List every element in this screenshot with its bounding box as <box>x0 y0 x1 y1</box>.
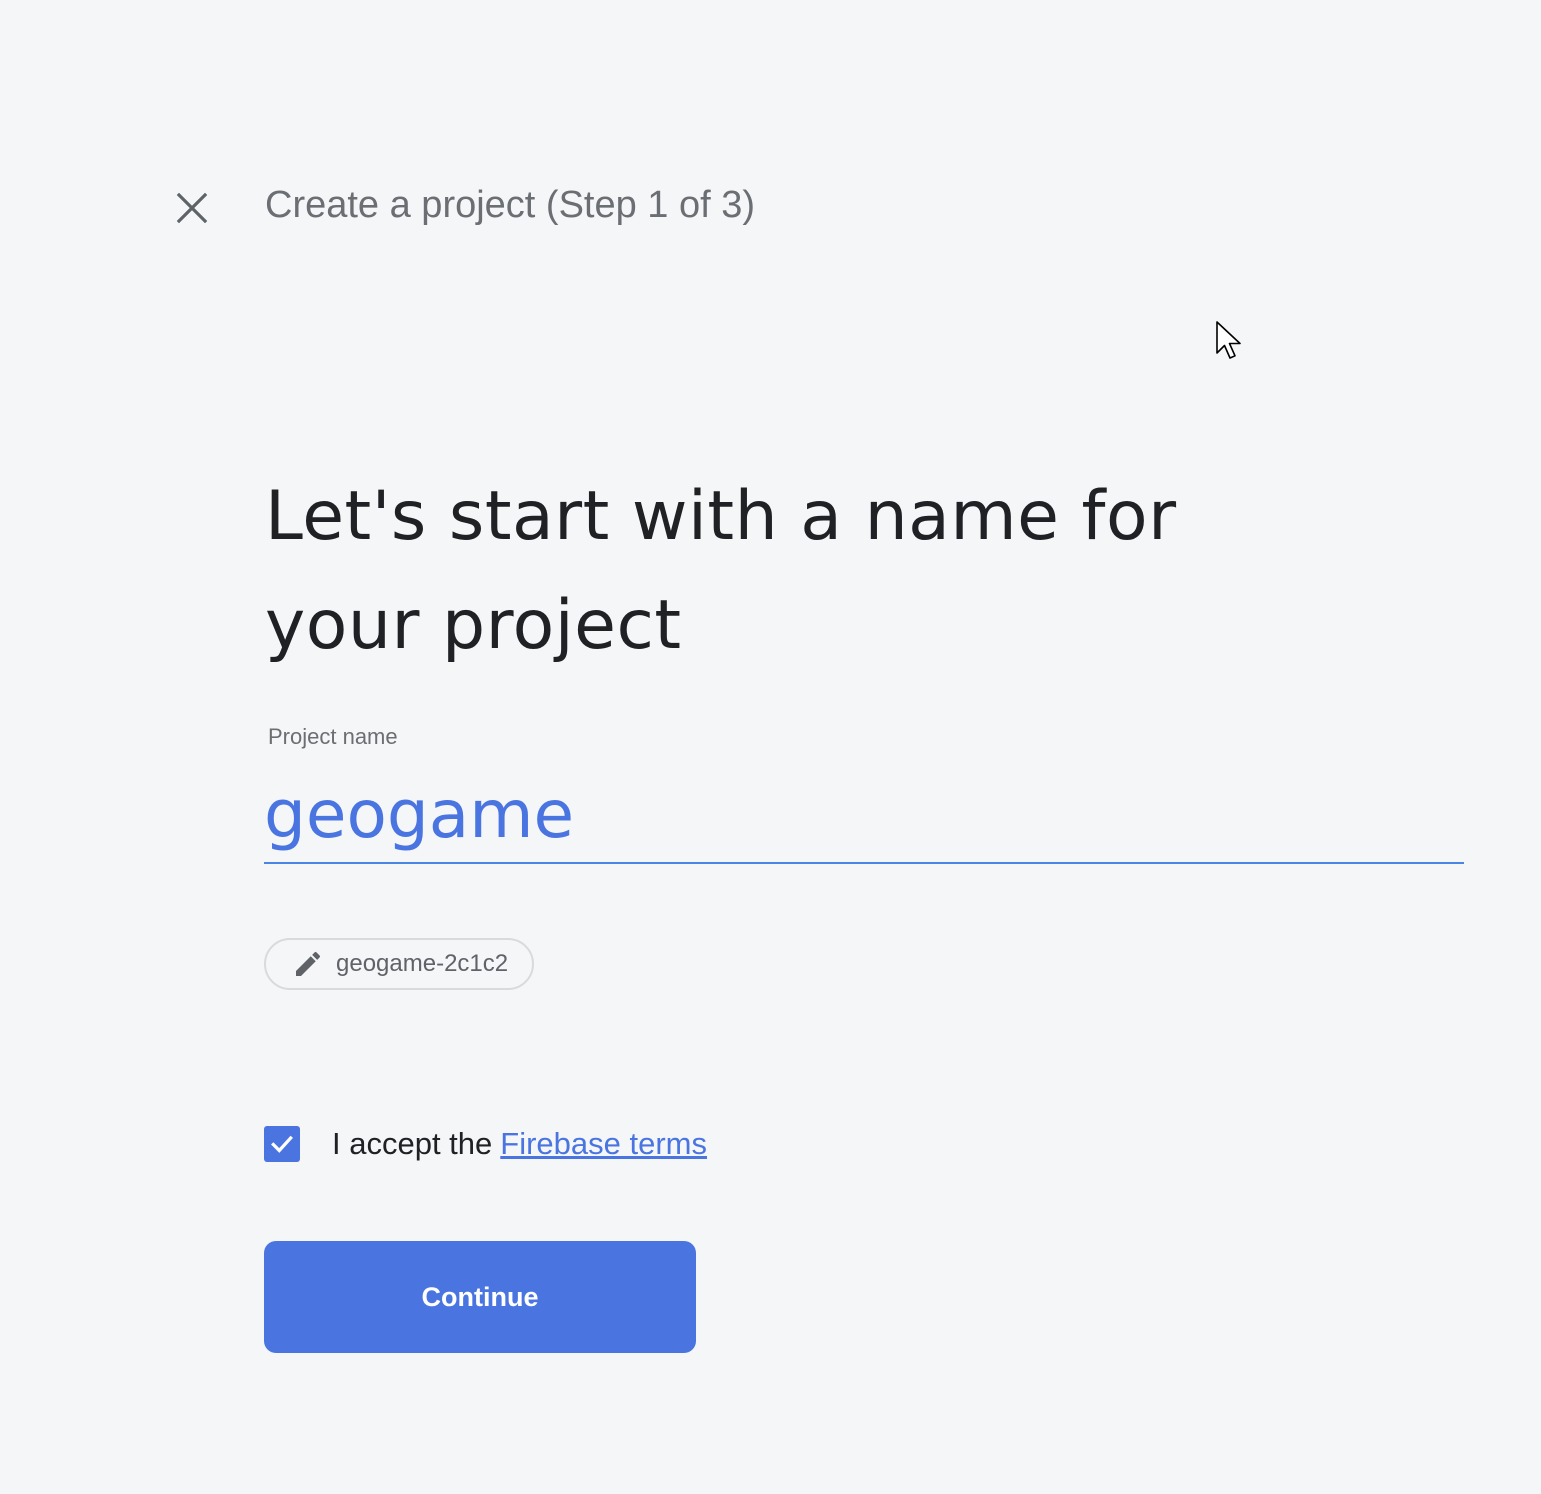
terms-row: I accept the Firebase terms <box>264 1126 707 1162</box>
terms-text: I accept the <box>332 1126 493 1161</box>
continue-button[interactable]: Continue <box>264 1241 696 1353</box>
project-id-chip[interactable]: geogame-2c1c2 <box>264 938 535 990</box>
project-name-label: Project name <box>268 724 398 749</box>
page-heading: Let's start with a name for your project <box>265 477 1177 665</box>
checkmark-icon <box>271 1135 293 1153</box>
terms-checkbox[interactable] <box>264 1126 300 1162</box>
create-project-page: Create a project (Step 1 of 3) Let's sta… <box>0 0 1541 1494</box>
mouse-cursor-icon <box>1216 321 1241 359</box>
project-id-label: geogame-2c1c2 <box>336 950 509 977</box>
project-name-input[interactable] <box>264 766 1464 864</box>
pencil-icon <box>296 951 321 976</box>
step-title: Create a project (Step 1 of 3) <box>265 184 756 226</box>
close-button[interactable] <box>170 186 214 230</box>
firebase-terms-link[interactable]: Firebase terms <box>500 1126 707 1162</box>
close-icon <box>176 192 208 224</box>
